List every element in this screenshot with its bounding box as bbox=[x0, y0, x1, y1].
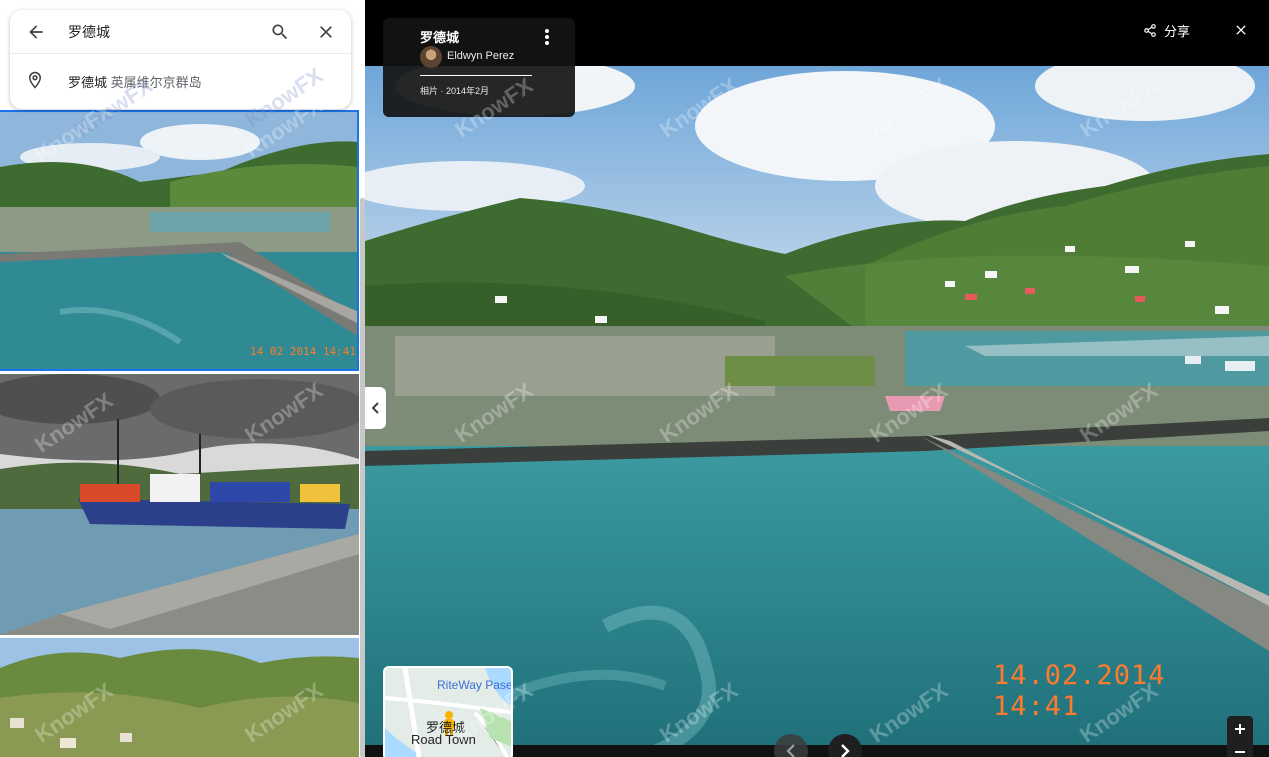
share-icon bbox=[1144, 23, 1156, 37]
search-button[interactable] bbox=[264, 16, 296, 48]
photo-timestamp: 14 02 2014 14:41 bbox=[250, 345, 356, 358]
minus-icon bbox=[1235, 751, 1245, 753]
ship-photo bbox=[0, 374, 359, 635]
collapse-panel-button[interactable] bbox=[365, 387, 386, 429]
chevron-right-icon bbox=[841, 744, 850, 757]
hillside-photo bbox=[0, 638, 359, 757]
search-suggestion[interactable]: 罗德城 英属维尔京群岛 bbox=[10, 60, 351, 100]
zoom-out-button[interactable] bbox=[1227, 742, 1253, 757]
zoom-in-button[interactable] bbox=[1227, 716, 1253, 742]
close-viewer-button[interactable] bbox=[1229, 18, 1253, 42]
arrow-left-icon bbox=[29, 25, 43, 39]
clear-search-button[interactable] bbox=[310, 16, 342, 48]
photo-viewer: 罗德城 Eldwyn Perez 相片 · 2014年2月 分享 14.02.2… bbox=[365, 0, 1269, 757]
photo-info-card: 罗德城 Eldwyn Perez 相片 · 2014年2月 bbox=[383, 18, 575, 117]
chevron-left-icon bbox=[786, 744, 795, 757]
photo-thumbnail-3[interactable] bbox=[0, 638, 359, 757]
info-divider bbox=[420, 75, 532, 76]
more-options-button[interactable] bbox=[537, 26, 557, 48]
close-icon bbox=[320, 26, 332, 38]
harbour-photo bbox=[0, 112, 357, 369]
share-button[interactable]: 分享 bbox=[1143, 19, 1190, 41]
close-icon bbox=[1236, 25, 1246, 35]
photo-date: 相片 · 2014年2月 bbox=[420, 86, 490, 96]
share-label: 分享 bbox=[1164, 23, 1191, 39]
location-pin-icon bbox=[28, 71, 42, 89]
main-photo bbox=[365, 66, 1269, 757]
place-title: 罗德城 bbox=[420, 30, 460, 45]
map-city-label-en: Road Town bbox=[411, 732, 476, 747]
mini-map[interactable]: RiteWay Pase 罗德城 Road Town bbox=[383, 666, 513, 757]
photo-thumbnail-1[interactable]: 14 02 2014 14:41 bbox=[0, 110, 359, 371]
chevron-left-icon bbox=[371, 402, 379, 414]
photo-thumbnail-2[interactable] bbox=[0, 374, 359, 635]
search-input[interactable] bbox=[68, 20, 258, 44]
plus-icon bbox=[1235, 724, 1245, 734]
left-panel: 罗德城 英属维尔京群岛 14 02 2014 14:41 bbox=[0, 0, 365, 757]
photo-list: 14 02 2014 14:41 bbox=[0, 110, 360, 757]
photo-timestamp-overlay: 14.02.2014 14:41 bbox=[993, 660, 1166, 722]
suggestion-text: 罗德城 英属维尔京群岛 bbox=[68, 72, 202, 91]
search-bar bbox=[10, 10, 351, 54]
map-road-label: RiteWay Pase bbox=[437, 678, 513, 692]
suggestion-subtitle: 英属维尔京群岛 bbox=[110, 75, 202, 90]
author-avatar[interactable] bbox=[420, 46, 442, 68]
back-button[interactable] bbox=[20, 16, 52, 48]
suggestion-title: 罗德城 bbox=[68, 75, 108, 90]
search-card: 罗德城 英属维尔京群岛 bbox=[10, 10, 351, 109]
author-name[interactable]: Eldwyn Perez bbox=[447, 50, 514, 62]
search-icon bbox=[272, 24, 288, 40]
more-vert-icon bbox=[545, 29, 549, 45]
